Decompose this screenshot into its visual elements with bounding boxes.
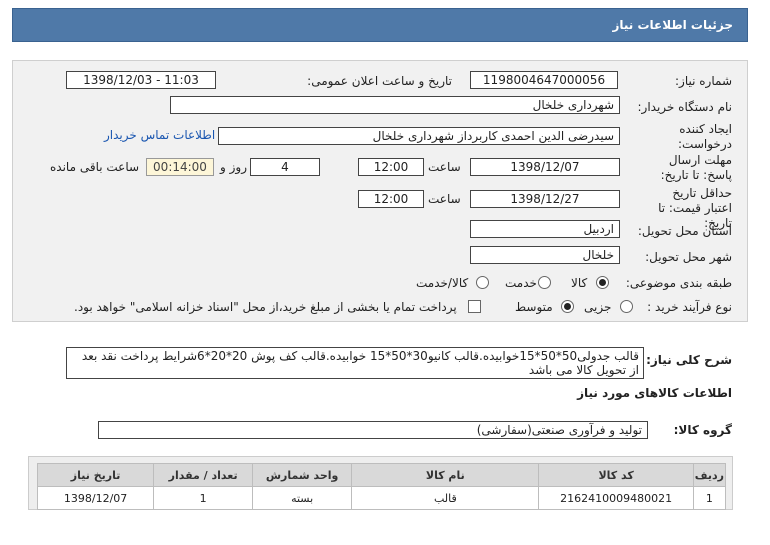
col-quantity: تعداد / مقدار	[153, 463, 254, 487]
goods-table-panel: ردیف کد کالا نام کالا واحد شمارش تعداد /…	[28, 456, 733, 510]
cell-unit: بسته	[252, 486, 353, 510]
deadline-label: مهلت ارسال پاسخ: تا تاریخ:	[660, 153, 732, 182]
deadline-time-label: ساعت	[428, 160, 461, 174]
deadline-time-field: 12:00	[358, 158, 424, 176]
category-goods-radio[interactable]	[596, 276, 609, 289]
days-label: روز و	[220, 160, 247, 174]
process-medium-label: متوسط	[515, 300, 553, 314]
city-field: خلخال	[470, 246, 620, 264]
category-goods-label: کالا	[571, 276, 588, 290]
col-name: نام کالا	[351, 463, 540, 487]
page-header: جزئیات اطلاعات نیاز	[12, 8, 748, 42]
need-number-label: شماره نیاز:	[675, 74, 732, 88]
remaining-label: ساعت باقی مانده	[50, 160, 140, 174]
city-label: شهر محل تحویل:	[645, 250, 732, 264]
goods-section-title: اطلاعات کالاهای مورد نیاز	[577, 386, 732, 400]
process-minor-radio[interactable]	[620, 300, 633, 313]
category-goods-service-label: کالا/خدمت	[416, 276, 469, 290]
table-row: 1 2162410009480021 قالب بسته 1 1398/12/0…	[36, 486, 727, 510]
announce-field: 1398/12/03 - 11:03	[66, 71, 216, 89]
cell-quantity: 1	[153, 486, 254, 510]
goods-group-field: تولید و فرآوری صنعتی(سفارشی)	[98, 421, 648, 439]
col-code: کد کالا	[538, 463, 694, 487]
validity-time-label: ساعت	[428, 192, 461, 206]
validity-time-field: 12:00	[358, 190, 424, 208]
col-unit: واحد شمارش	[252, 463, 353, 487]
col-date: تاریخ نیاز	[36, 463, 155, 487]
category-goods-service-radio[interactable]	[476, 276, 489, 289]
remaining-time-field: 00:14:00	[146, 158, 214, 176]
col-row: ردیف	[692, 463, 727, 487]
category-label: طبقه بندی موضوعی:	[625, 276, 732, 290]
validity-date-field: 1398/12/27	[470, 190, 620, 208]
process-medium-radio[interactable]	[561, 300, 574, 313]
goods-group-label: گروه کالا:	[673, 423, 732, 437]
goods-table-header: ردیف کد کالا نام کالا واحد شمارش تعداد /…	[36, 463, 727, 487]
treasury-payment-note: پرداخت تمام یا بخشی از مبلغ خرید،از محل …	[74, 300, 457, 314]
category-service-radio[interactable]	[538, 276, 551, 289]
contact-info-link[interactable]: اطلاعات تماس خریدار	[104, 128, 215, 142]
creator-label: ایجاد کننده درخواست:	[678, 122, 732, 151]
creator-field: سیدرضی الدین احمدی کاربرداز شهرداری خلخا…	[218, 127, 620, 145]
page-title: جزئیات اطلاعات نیاز	[612, 18, 733, 32]
category-service-label: خدمت	[505, 276, 537, 290]
deadline-date-field: 1398/12/07	[470, 158, 620, 176]
province-label: استان محل تحویل:	[637, 224, 732, 238]
process-label: نوع فرآیند خرید :	[647, 300, 732, 314]
province-field: اردبیل	[470, 220, 620, 238]
description-label: شرح کلی نیاز:	[646, 353, 732, 367]
buyer-label: نام دستگاه خریدار:	[637, 100, 733, 114]
process-minor-label: جزیی	[584, 300, 612, 314]
description-text: قالب جدولی50*50*15خوابیده.قالب کانیو30*5…	[66, 347, 644, 379]
need-number-field: 1198004647000056	[470, 71, 618, 89]
goods-table: ردیف کد کالا نام کالا واحد شمارش تعداد /…	[36, 463, 727, 510]
announce-label: تاریخ و ساعت اعلان عمومی:	[307, 74, 452, 88]
days-field: 4	[250, 158, 320, 176]
cell-name: قالب	[351, 486, 540, 510]
cell-row: 1	[692, 486, 727, 510]
buyer-field: شهرداری خلخال	[170, 96, 620, 114]
treasury-payment-checkbox[interactable]	[468, 300, 481, 313]
cell-code: 2162410009480021	[538, 486, 694, 510]
cell-date: 1398/12/07	[36, 486, 155, 510]
